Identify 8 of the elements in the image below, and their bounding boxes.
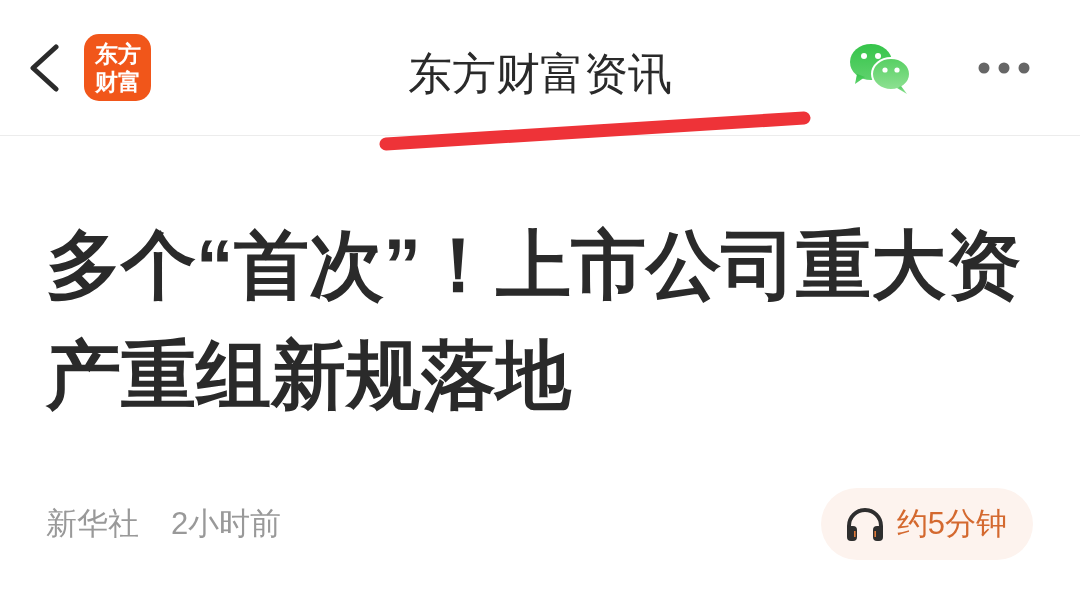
article-headline: 多个“首次”！上市公司重大资产重组新规落地 bbox=[46, 222, 1022, 419]
more-icon[interactable] bbox=[978, 61, 1030, 74]
article-source: 新华社 bbox=[46, 504, 139, 543]
publish-time: 2小时前 bbox=[171, 504, 282, 543]
page-title: 东方财富资讯 bbox=[408, 47, 672, 100]
headphones-icon bbox=[844, 506, 885, 542]
app-logo: 东方 财富 bbox=[84, 34, 151, 101]
listen-button[interactable]: 约5分钟 bbox=[820, 488, 1033, 560]
